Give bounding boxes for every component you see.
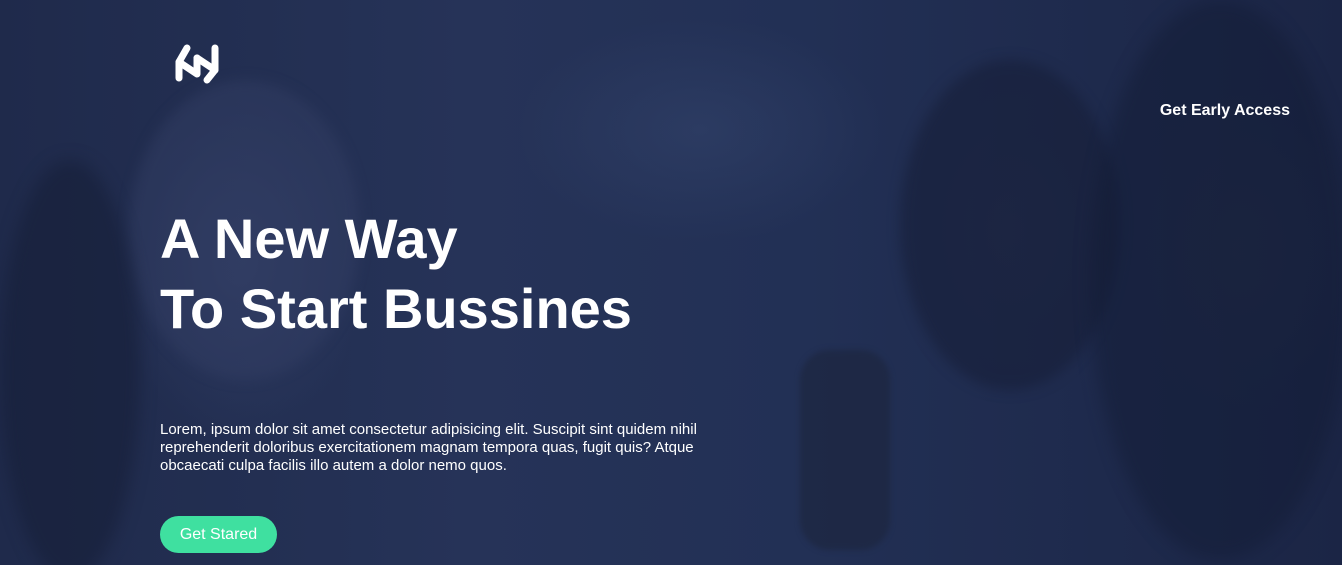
background-person-center	[900, 60, 1120, 390]
background-bottle	[800, 350, 890, 550]
headline-line-1: A New Way	[160, 207, 458, 270]
background-person-right	[1090, 0, 1342, 560]
get-started-button[interactable]: Get Stared	[160, 516, 277, 553]
hero-description: Lorem, ipsum dolor sit amet consectetur …	[160, 421, 697, 474]
hero-headline: A New Way To Start Bussines	[160, 204, 632, 344]
background-person-edge	[0, 160, 140, 565]
brand-mark-icon[interactable]	[170, 38, 224, 86]
get-early-access-link[interactable]: Get Early Access	[1160, 102, 1290, 120]
headline-line-2: To Start Bussines	[160, 277, 632, 340]
